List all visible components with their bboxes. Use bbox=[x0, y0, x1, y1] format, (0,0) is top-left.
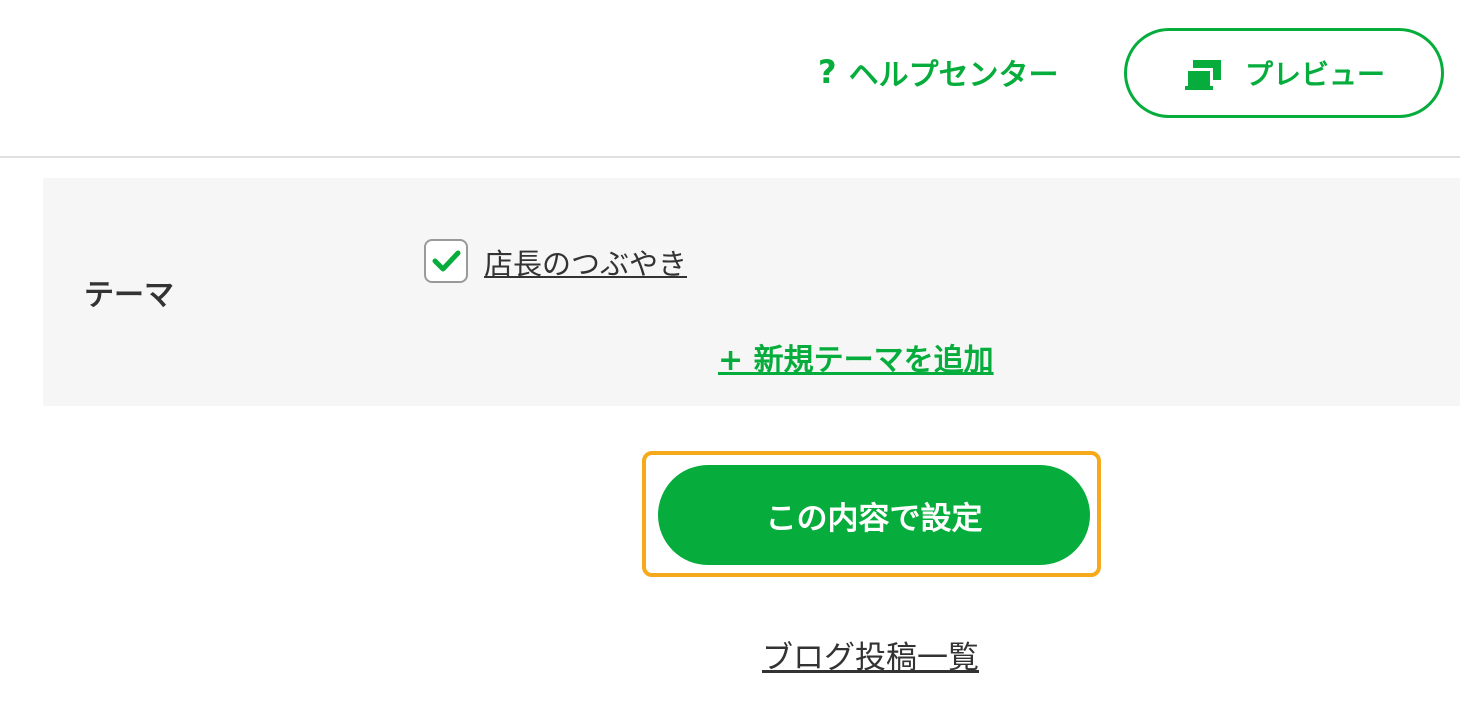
question-mark-icon: ? bbox=[818, 53, 837, 91]
theme-checkbox[interactable] bbox=[424, 239, 468, 283]
theme-option-label[interactable]: 店長のつぶやき bbox=[484, 244, 687, 284]
blog-post-list-link[interactable]: ブログ投稿一覧 bbox=[762, 636, 979, 680]
theme-field-label: テーマ bbox=[84, 278, 174, 313]
preview-label: プレビュー bbox=[1245, 58, 1386, 91]
page-header: ? ヘルプセンター プレビュー bbox=[0, 0, 1460, 158]
preview-button[interactable]: プレビュー bbox=[1124, 28, 1444, 118]
help-center-label: ヘルプセンター bbox=[848, 58, 1059, 93]
preview-window-icon bbox=[1185, 60, 1221, 90]
submit-settings-button[interactable]: この内容で設定 bbox=[658, 465, 1090, 565]
help-center-link[interactable]: ? ヘルプセンター bbox=[818, 52, 1059, 93]
add-new-theme-link[interactable]: + 新規テーマを追加 bbox=[718, 340, 994, 382]
checkmark-icon bbox=[432, 250, 461, 272]
